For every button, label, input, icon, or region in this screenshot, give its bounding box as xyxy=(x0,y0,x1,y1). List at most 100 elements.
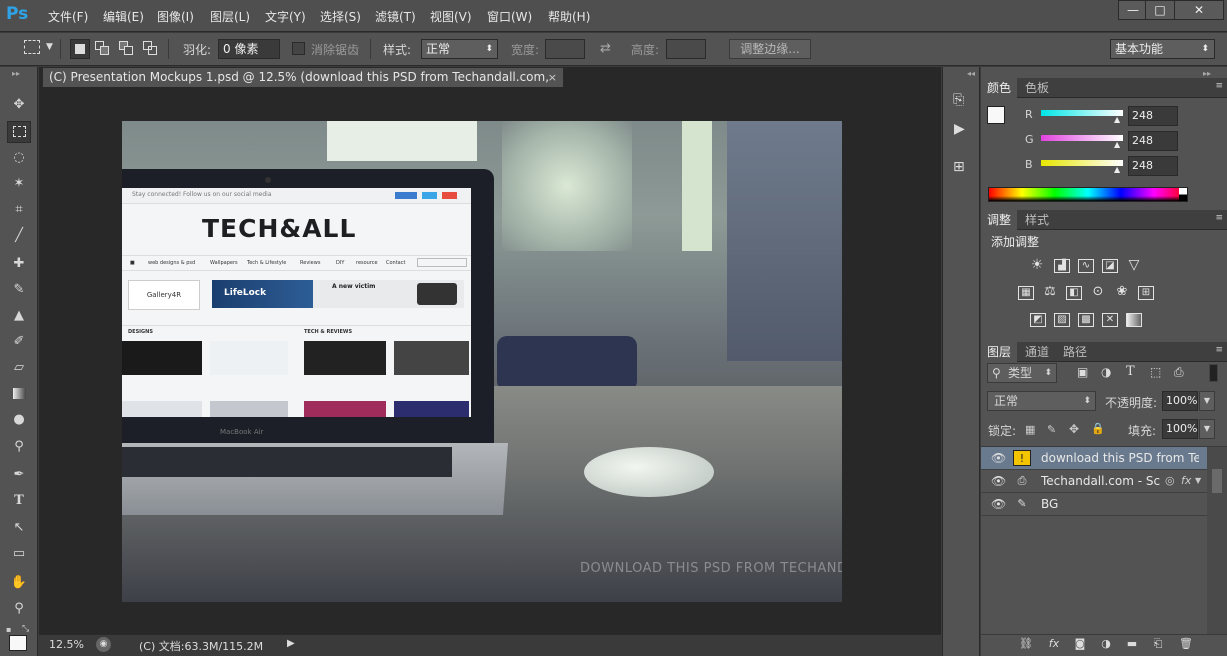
close-window-button[interactable]: ✕ xyxy=(1174,0,1224,20)
vibrance-icon[interactable]: ▽ xyxy=(1126,258,1142,273)
refine-edge-button[interactable]: 调整边缘... xyxy=(729,39,811,59)
eraser-tool-icon[interactable]: ▱ xyxy=(7,357,31,379)
document-tab[interactable]: (C) Presentation Mockups 1.psd @ 12.5% (… xyxy=(42,67,564,103)
add-mask-icon[interactable]: ◙ xyxy=(1071,637,1089,653)
lock-position-icon[interactable]: ✥ xyxy=(1069,422,1079,436)
swap-colors-icon[interactable]: ⤡ xyxy=(22,624,29,634)
filter-adjustment-icon[interactable]: ◑ xyxy=(1101,365,1111,379)
posterize-icon[interactable]: ▨ xyxy=(1054,313,1070,327)
invert-icon[interactable]: ◩ xyxy=(1030,313,1046,327)
minimize-button[interactable]: — xyxy=(1118,0,1148,20)
menu-layer[interactable]: 图层(L) xyxy=(210,8,250,25)
width-input[interactable] xyxy=(545,39,585,59)
new-adjustment-layer-icon[interactable]: ◑ xyxy=(1097,637,1115,653)
filter-pixel-icon[interactable]: ▣ xyxy=(1077,365,1088,379)
tab-color[interactable]: 颜色 xyxy=(981,78,1018,98)
red-value-input[interactable]: 248 xyxy=(1128,106,1178,126)
eye-icon[interactable]: 👁 xyxy=(991,493,1006,515)
opacity-input[interactable]: 100% xyxy=(1162,391,1198,411)
marquee-tool-preset-icon[interactable] xyxy=(24,40,40,54)
dodge-tool-icon[interactable]: ⚲ xyxy=(7,436,31,458)
exposure-icon[interactable]: ◪ xyxy=(1102,259,1118,273)
layers-scrollbar[interactable] xyxy=(1207,447,1227,636)
share-icon[interactable]: ◉ xyxy=(96,637,111,652)
lock-all-icon[interactable]: 🔒 xyxy=(1091,422,1105,435)
eye-icon[interactable]: 👁 xyxy=(991,470,1006,492)
layer-row[interactable]: 👁 ! download this PSD from Tec... xyxy=(981,447,1207,470)
filter-smart-object-icon[interactable]: ⎙ xyxy=(1174,365,1184,380)
slider-thumb-icon[interactable]: ▲ xyxy=(1114,140,1120,149)
filter-type-icon[interactable]: T xyxy=(1126,364,1135,379)
panel-menu-icon[interactable]: ≡ xyxy=(1215,345,1223,355)
slider-thumb-icon[interactable]: ▲ xyxy=(1114,165,1120,174)
intersect-selection-icon[interactable] xyxy=(143,41,159,57)
zoom-level[interactable]: 12.5% xyxy=(49,638,84,651)
color-balance-icon[interactable]: ⚖ xyxy=(1042,285,1058,300)
chevron-down-icon[interactable]: ▼ xyxy=(1195,470,1201,492)
zoom-tool-icon[interactable]: ⚲ xyxy=(7,598,31,620)
rectangle-tool-icon[interactable]: ▭ xyxy=(7,543,31,565)
crop-tool-icon[interactable]: ⌗ xyxy=(7,199,31,221)
default-colors-icon[interactable]: ▪ xyxy=(6,625,11,634)
color-spectrum-bar[interactable] xyxy=(988,187,1188,202)
expand-arrows-icon[interactable]: ▸▸ xyxy=(1203,69,1211,78)
eyedropper-tool-icon[interactable]: ╱ xyxy=(7,225,31,247)
gradient-map-icon[interactable]: ✕ xyxy=(1102,313,1118,327)
green-value-input[interactable]: 248 xyxy=(1128,131,1178,151)
panel-menu-icon[interactable]: ≡ xyxy=(1215,213,1223,223)
history-brush-tool-icon[interactable]: ✐ xyxy=(7,331,31,353)
menu-edit[interactable]: 编辑(E) xyxy=(103,8,144,25)
chevron-down-icon[interactable]: ▼ xyxy=(1199,419,1215,439)
feather-input[interactable]: 0 像素 xyxy=(218,39,280,59)
type-tool-icon[interactable]: T xyxy=(7,490,31,512)
curves-icon[interactable]: ∿ xyxy=(1078,259,1094,273)
path-selection-tool-icon[interactable]: ↖ xyxy=(7,517,31,539)
tab-styles[interactable]: 样式 xyxy=(1019,210,1055,230)
stamp-tool-icon[interactable]: ▲ xyxy=(7,305,31,327)
gradient-tool-icon[interactable] xyxy=(7,383,31,405)
new-layer-icon[interactable]: ⎗ xyxy=(1149,637,1167,653)
menu-window[interactable]: 窗口(W) xyxy=(487,8,532,25)
fill-input[interactable]: 100% xyxy=(1162,419,1198,439)
eye-icon[interactable]: 👁 xyxy=(991,447,1006,469)
slider-thumb-icon[interactable]: ▲ xyxy=(1114,115,1120,124)
tab-paths[interactable]: 路径 xyxy=(1057,342,1093,362)
menu-type[interactable]: 文字(Y) xyxy=(265,8,306,25)
levels-icon[interactable]: ▟ xyxy=(1054,259,1070,273)
blue-slider-track[interactable] xyxy=(1041,160,1123,166)
lock-transparency-icon[interactable]: ▦ xyxy=(1025,423,1035,436)
magic-wand-tool-icon[interactable]: ✶ xyxy=(7,173,31,195)
smart-filter-icon[interactable]: ◎ xyxy=(1165,470,1175,492)
healing-brush-tool-icon[interactable]: ✚ xyxy=(7,253,31,275)
green-slider-track[interactable] xyxy=(1041,135,1123,141)
threshold-icon[interactable]: ▩ xyxy=(1078,313,1094,327)
status-menu-arrow-icon[interactable]: ▶ xyxy=(287,638,295,649)
selective-color-icon[interactable] xyxy=(1126,313,1142,327)
brightness-icon[interactable]: ☀ xyxy=(1029,258,1045,273)
link-layers-icon[interactable]: ⛓ xyxy=(1017,637,1035,653)
maximize-button[interactable]: □ xyxy=(1145,0,1175,20)
panel-menu-icon[interactable]: ≡ xyxy=(1215,81,1223,91)
tab-channels[interactable]: 通道 xyxy=(1019,342,1055,362)
menu-view[interactable]: 视图(V) xyxy=(430,8,472,25)
add-style-fx-icon[interactable]: fx xyxy=(1045,637,1063,653)
chevron-down-icon[interactable]: ▼ xyxy=(46,42,53,52)
antialias-checkbox[interactable] xyxy=(292,42,305,55)
actions-panel-icon[interactable]: ▶ xyxy=(954,121,965,137)
red-slider-track[interactable] xyxy=(1041,110,1123,116)
properties-panel-icon[interactable]: ⊞ xyxy=(953,159,965,175)
new-group-icon[interactable]: ▬ xyxy=(1123,637,1141,653)
fx-icon[interactable]: fx xyxy=(1181,470,1191,492)
hue-saturation-icon[interactable]: ▦ xyxy=(1018,286,1034,300)
filter-shape-icon[interactable]: ⬚ xyxy=(1150,365,1161,379)
move-tool-icon[interactable]: ✥ xyxy=(7,94,31,116)
close-tab-icon[interactable]: × xyxy=(548,68,557,87)
menu-filter[interactable]: 滤镜(T) xyxy=(375,8,416,25)
menu-select[interactable]: 选择(S) xyxy=(320,8,361,25)
delete-layer-icon[interactable]: 🗑 xyxy=(1177,637,1195,653)
tab-adjustments[interactable]: 调整 xyxy=(981,210,1018,230)
filter-toggle[interactable] xyxy=(1209,364,1218,382)
lock-pixels-icon[interactable]: ✎ xyxy=(1047,423,1056,436)
blend-mode-select[interactable]: 正常 ⬍ xyxy=(987,391,1096,411)
layer-filter-select[interactable]: ⚲ 类型 ⬍ xyxy=(987,363,1057,383)
